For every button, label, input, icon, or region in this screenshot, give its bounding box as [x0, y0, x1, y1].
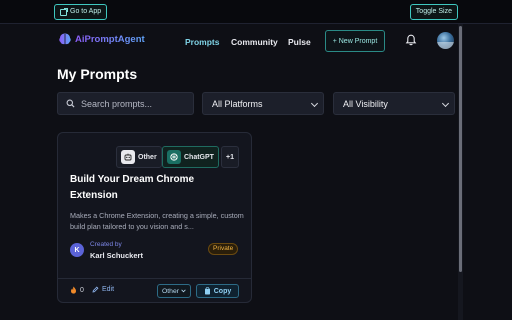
- scrollbar-thumb[interactable]: [459, 26, 462, 272]
- model-select[interactable]: Other: [157, 284, 191, 298]
- nav-link-pulse[interactable]: Pulse: [288, 37, 311, 47]
- other-platform-icon: [121, 150, 135, 164]
- prompt-title[interactable]: Build Your Dream Chrome Extension: [70, 172, 240, 204]
- likes-count: 0: [80, 286, 84, 294]
- brain-logo-icon: [59, 33, 71, 45]
- new-prompt-button[interactable]: + New Prompt: [325, 30, 385, 52]
- platform-chip-label: ChatGPT: [184, 153, 214, 161]
- chatgpt-icon: [167, 150, 181, 164]
- logo-text: AiPromptAgent: [75, 33, 145, 45]
- visibility-badge: Private: [208, 243, 239, 255]
- created-by-label: Created by: [90, 241, 122, 248]
- copy-button[interactable]: Copy: [196, 284, 239, 298]
- author-name: Karl Schuckert: [90, 251, 143, 260]
- more-platforms-count: +1: [226, 153, 234, 161]
- author-avatar: K: [70, 243, 84, 257]
- chevron-down-icon: [310, 99, 319, 108]
- search-icon: [66, 99, 75, 108]
- platform-chip-other: Other: [116, 146, 162, 168]
- app-logo[interactable]: AiPromptAgent: [58, 32, 145, 46]
- platform-chip-label: Other: [138, 153, 157, 161]
- nav-link-prompts[interactable]: Prompts: [185, 37, 219, 47]
- likes-counter[interactable]: 0: [70, 286, 84, 294]
- more-platforms-badge[interactable]: +1: [221, 146, 239, 168]
- platform-filter-value: All Platforms: [212, 98, 263, 109]
- bell-icon[interactable]: [405, 34, 417, 46]
- platform-filter-select[interactable]: All Platforms: [202, 92, 324, 115]
- visibility-filter-value: All Visibility: [343, 98, 388, 109]
- search-input[interactable]: [81, 98, 191, 109]
- go-to-app-label: Go to App: [70, 8, 102, 15]
- platform-chip-chatgpt: ChatGPT: [162, 146, 219, 168]
- card-divider: [58, 278, 251, 279]
- chevron-down-icon: [441, 99, 450, 108]
- new-prompt-label: + New Prompt: [332, 37, 378, 45]
- extension-bar: Go to App Toggle Size: [0, 0, 512, 24]
- flame-icon: [71, 286, 76, 294]
- top-navigation: AiPromptAgent Prompts Community Pulse + …: [0, 24, 460, 60]
- go-to-app-button[interactable]: Go to App: [54, 4, 108, 20]
- nav-link-community[interactable]: Community: [231, 37, 278, 47]
- chevron-down-icon: [181, 289, 186, 293]
- page-title: My Prompts: [57, 66, 138, 82]
- toggle-size-label: Toggle Size: [415, 8, 452, 15]
- visibility-filter-select[interactable]: All Visibility: [333, 92, 455, 115]
- copy-label: Copy: [213, 287, 232, 295]
- edit-label: Edit: [102, 286, 115, 293]
- prompt-description: Makes a Chrome Extension, creating a sim…: [70, 211, 244, 231]
- prompt-card[interactable]: Other ChatGPT +1 Build Your Dream Chrome…: [57, 132, 252, 303]
- pencil-icon: [92, 286, 99, 293]
- external-link-icon: [60, 7, 68, 16]
- model-select-value: Other: [162, 287, 179, 295]
- user-avatar[interactable]: [437, 32, 454, 49]
- edit-button[interactable]: Edit: [92, 286, 114, 293]
- toggle-size-button[interactable]: Toggle Size: [409, 4, 458, 20]
- search-box[interactable]: [57, 92, 194, 115]
- clipboard-icon: [204, 287, 210, 295]
